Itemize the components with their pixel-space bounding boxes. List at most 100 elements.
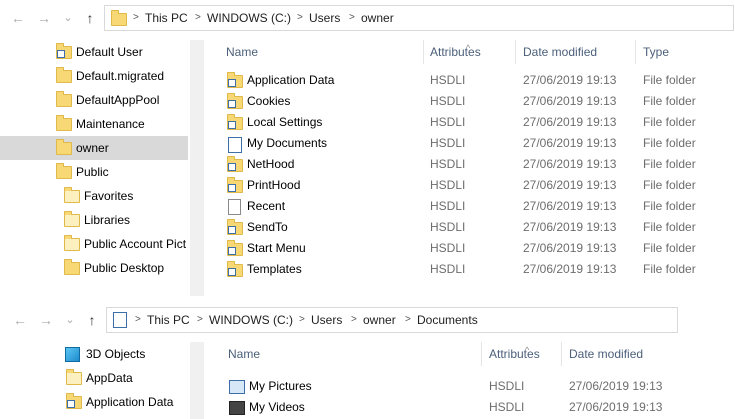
column-header-attributes[interactable]: ^ Attributes: [489, 340, 540, 368]
link-folder-icon: [227, 114, 243, 130]
breadcrumb-owner[interactable]: owner: [361, 6, 394, 30]
column-header-type[interactable]: Type: [643, 38, 669, 66]
documents-icon: [113, 312, 127, 328]
chevron-right-icon[interactable]: >: [135, 308, 141, 332]
file-date: 27/06/2019 19:13: [523, 199, 617, 213]
file-name: My Documents: [247, 136, 328, 150]
column-divider[interactable]: [481, 342, 482, 366]
column-header-date-modified[interactable]: Date modified: [523, 38, 597, 66]
column-divider[interactable]: [515, 40, 516, 64]
back-arrow-icon[interactable]: ←: [10, 310, 30, 330]
column-header-label: Attributes: [430, 45, 481, 59]
breadcrumb-this-pc[interactable]: This PC: [145, 6, 188, 30]
tree-item-public-account-pictures[interactable]: Public Account Pict: [0, 232, 188, 256]
table-row[interactable]: My Documents HSDLI 27/06/2019 19:13 File…: [205, 133, 735, 154]
table-row[interactable]: PrintHood HSDLI 27/06/2019 19:13 File fo…: [205, 175, 735, 196]
breadcrumb-this-pc[interactable]: This PC: [147, 308, 190, 332]
tree-item-application-data[interactable]: Application Data: [0, 390, 188, 414]
file-name: SendTo: [247, 220, 288, 234]
table-row[interactable]: NetHood HSDLI 27/06/2019 19:13 File fold…: [205, 154, 735, 175]
file-date: 27/06/2019 19:13: [523, 94, 617, 108]
navigation-tree: 3D Objects AppData Application Data: [0, 342, 190, 419]
tree-item-label: Public Account Pict: [84, 237, 187, 251]
link-folder-icon: [227, 219, 243, 235]
breadcrumb-users[interactable]: Users: [311, 308, 342, 332]
forward-arrow-icon[interactable]: →: [34, 8, 54, 28]
tree-item-label: Default User: [76, 45, 143, 59]
tree-scrollbar[interactable]: [190, 342, 204, 419]
navigation-tree: Default User Default.migrated DefaultApp…: [0, 40, 190, 296]
tree-scrollbar[interactable]: [190, 40, 204, 296]
table-row[interactable]: My Videos HSDLI 27/06/2019 19:13: [205, 397, 680, 418]
file-date: 27/06/2019 19:13: [523, 178, 617, 192]
tree-item-owner[interactable]: owner: [0, 136, 188, 160]
chevron-right-icon[interactable]: >: [349, 6, 355, 30]
table-row[interactable]: Cookies HSDLI 27/06/2019 19:13 File fold…: [205, 91, 735, 112]
chevron-right-icon[interactable]: >: [351, 308, 357, 332]
breadcrumb-documents[interactable]: Documents: [417, 308, 478, 332]
file-type: File folder: [643, 136, 696, 150]
column-header-name[interactable]: Name: [228, 340, 260, 368]
tree-item-public-desktop[interactable]: Public Desktop: [0, 256, 188, 280]
recent-locations-chevron-icon[interactable]: ⌄: [60, 310, 80, 330]
tree-item-3d-objects[interactable]: 3D Objects: [0, 342, 188, 366]
file-name: Local Settings: [247, 115, 323, 129]
tree-item-label: 3D Objects: [86, 347, 146, 361]
tree-item-public[interactable]: Public: [0, 160, 188, 184]
file-type: File folder: [643, 262, 696, 276]
table-row[interactable]: Templates HSDLI 27/06/2019 19:13 File fo…: [205, 259, 735, 280]
tree-item-favorites[interactable]: Favorites: [0, 184, 188, 208]
file-attributes: HSDLI: [430, 157, 466, 171]
column-divider[interactable]: [423, 40, 424, 64]
chevron-right-icon[interactable]: >: [195, 6, 201, 30]
back-arrow-icon[interactable]: ←: [8, 8, 28, 28]
file-name: My Videos: [249, 400, 305, 414]
chevron-right-icon[interactable]: >: [133, 6, 139, 30]
table-row[interactable]: Local Settings HSDLI 27/06/2019 19:13 Fi…: [205, 112, 735, 133]
breadcrumb-users[interactable]: Users: [309, 6, 340, 30]
table-row[interactable]: Recent HSDLI 27/06/2019 19:13 File folde…: [205, 196, 735, 217]
tree-item-default-migrated[interactable]: Default.migrated: [0, 64, 188, 88]
tree-item-maintenance[interactable]: Maintenance: [0, 112, 188, 136]
column-header-date-modified[interactable]: Date modified: [569, 340, 643, 368]
tree-item-default-user[interactable]: Default User: [0, 40, 188, 64]
file-attributes: HSDLI: [489, 400, 525, 414]
tree-item-label: Public: [76, 165, 109, 179]
breadcrumb-owner[interactable]: owner: [363, 308, 396, 332]
table-row[interactable]: My Pictures HSDLI 27/06/2019 19:13: [205, 376, 680, 397]
chevron-right-icon[interactable]: >: [197, 308, 203, 332]
table-row[interactable]: Application Data HSDLI 27/06/2019 19:13 …: [205, 70, 735, 91]
forward-arrow-icon[interactable]: →: [36, 310, 56, 330]
table-row[interactable]: SendTo HSDLI 27/06/2019 19:13 File folde…: [205, 217, 735, 238]
chevron-right-icon[interactable]: >: [405, 308, 411, 332]
tree-item-defaultapppool[interactable]: DefaultAppPool: [0, 88, 188, 112]
tree-item-appdata[interactable]: AppData: [0, 366, 188, 390]
file-date: 27/06/2019 19:13: [523, 262, 617, 276]
file-attributes: HSDLI: [430, 73, 466, 87]
file-date: 27/06/2019 19:13: [569, 379, 663, 393]
address-bar[interactable]: > This PC > WINDOWS (C:) > Users > owner: [104, 5, 734, 31]
column-header-name[interactable]: Name: [226, 38, 258, 66]
chevron-right-icon[interactable]: >: [299, 308, 305, 332]
tree-item-libraries[interactable]: Libraries: [0, 208, 188, 232]
breadcrumb-windows-c[interactable]: WINDOWS (C:): [207, 6, 291, 30]
file-name: PrintHood: [247, 178, 301, 192]
address-bar[interactable]: > This PC > WINDOWS (C:) > Users > owner…: [106, 307, 678, 333]
column-divider[interactable]: [561, 342, 562, 366]
table-row[interactable]: Start Menu HSDLI 27/06/2019 19:13 File f…: [205, 238, 735, 259]
breadcrumb-windows-c[interactable]: WINDOWS (C:): [209, 308, 293, 332]
column-divider[interactable]: [635, 40, 636, 64]
chevron-right-icon[interactable]: >: [297, 6, 303, 30]
folder-icon: [56, 91, 72, 107]
file-name: Start Menu: [247, 241, 306, 255]
file-attributes: HSDLI: [430, 262, 466, 276]
up-arrow-icon[interactable]: ↑: [80, 8, 100, 28]
navigation-bar: ← → ⌄ ↑ > This PC > WINDOWS (C:) > Users…: [0, 0, 735, 36]
link-folder-icon: [227, 240, 243, 256]
column-header-attributes[interactable]: ^ Attributes: [430, 38, 481, 66]
up-arrow-icon[interactable]: ↑: [82, 310, 102, 330]
file-type: File folder: [643, 220, 696, 234]
recent-locations-chevron-icon[interactable]: ⌄: [58, 8, 78, 28]
file-type: File folder: [643, 241, 696, 255]
file-date: 27/06/2019 19:13: [523, 241, 617, 255]
